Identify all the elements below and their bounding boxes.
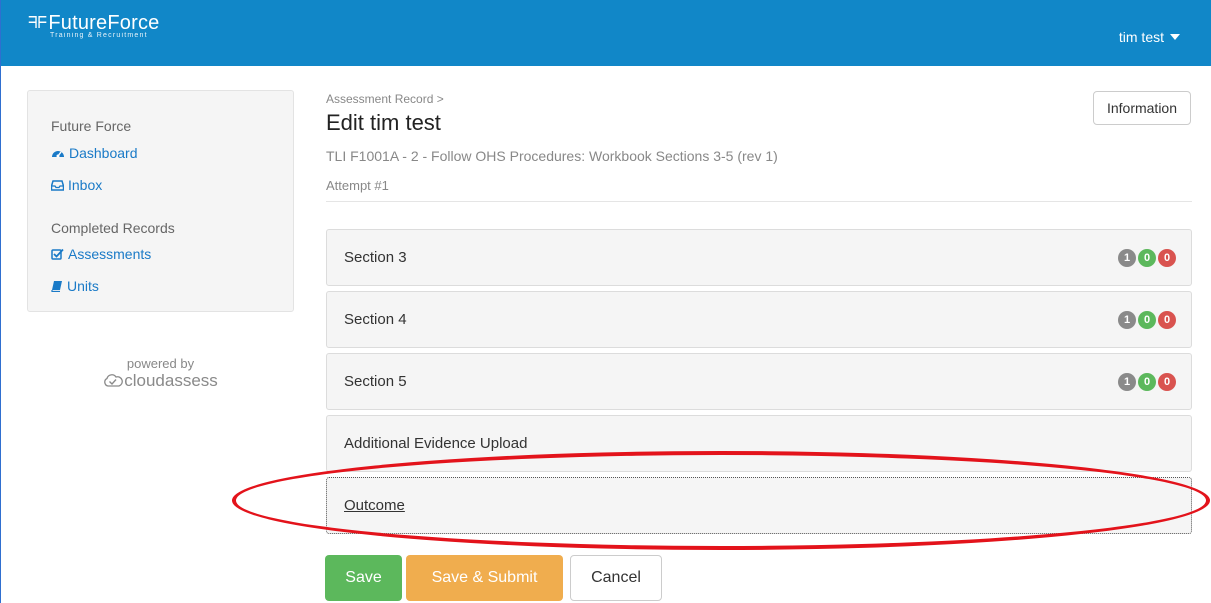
count-badge-green: 0 bbox=[1138, 311, 1156, 329]
section-badges: 1 0 0 bbox=[1118, 249, 1176, 267]
user-name: tim test bbox=[1118, 29, 1164, 45]
top-navbar: ᖷᖴ FutureForce Training & Recruitment ti… bbox=[1, 0, 1211, 66]
section-panel-4[interactable]: Section 4 1 0 0 bbox=[326, 291, 1192, 348]
section-title: Section 5 bbox=[344, 373, 407, 390]
section-title: Section 3 bbox=[344, 249, 407, 266]
count-badge-red: 0 bbox=[1158, 373, 1176, 391]
sidebar-item-assessments[interactable]: Assessments bbox=[51, 246, 151, 262]
sidebar-item-label: Assessments bbox=[68, 246, 152, 262]
powered-by-label: powered by bbox=[126, 356, 195, 371]
section-title: Section 4 bbox=[344, 311, 407, 328]
section-panel-5[interactable]: Section 5 1 0 0 bbox=[326, 353, 1192, 410]
save-button[interactable]: Save bbox=[325, 555, 402, 601]
save-and-submit-button[interactable]: Save & Submit bbox=[406, 555, 563, 601]
sidebar-item-label: Inbox bbox=[68, 177, 103, 193]
user-menu-dropdown[interactable]: tim test bbox=[1119, 29, 1180, 45]
section-title: Outcome bbox=[344, 497, 405, 514]
brand-tagline: Training & Recruitment bbox=[50, 32, 148, 39]
attempt-label: Attempt #1 bbox=[326, 178, 389, 193]
caret-down-icon bbox=[1170, 34, 1180, 40]
powered-by: powered by cloudassess bbox=[27, 356, 294, 391]
count-badge-green: 0 bbox=[1138, 373, 1156, 391]
page-title: Edit tim test bbox=[326, 110, 441, 135]
information-button[interactable]: Information bbox=[1093, 91, 1191, 125]
brand-logo[interactable]: ᖷᖴ FutureForce Training & Recruitment bbox=[28, 12, 160, 39]
cancel-button[interactable]: Cancel bbox=[570, 555, 662, 601]
count-badge-red: 0 bbox=[1158, 311, 1176, 329]
page-subtitle: TLI F1001A - 2 - Follow OHS Procedures: … bbox=[326, 148, 778, 164]
sidebar-item-dashboard[interactable]: Dashboard bbox=[51, 145, 138, 161]
section-panel-3[interactable]: Section 3 1 0 0 bbox=[326, 229, 1192, 286]
section-badges: 1 0 0 bbox=[1118, 373, 1176, 391]
brand-name-row: ᖷᖴ FutureForce bbox=[28, 12, 160, 34]
count-badge-red: 0 bbox=[1158, 249, 1176, 267]
count-badge-green: 0 bbox=[1138, 249, 1156, 267]
book-icon bbox=[51, 281, 62, 292]
sidebar: Future Force Dashboard Inbox Completed R… bbox=[27, 90, 294, 312]
sidebar-item-label: Dashboard bbox=[69, 145, 138, 161]
brand-mark-icon: ᖷᖴ bbox=[28, 13, 48, 32]
section-panel-outcome[interactable]: Outcome bbox=[326, 477, 1192, 534]
dashboard-icon bbox=[52, 151, 64, 158]
sidebar-heading-org: Future Force bbox=[51, 118, 132, 134]
count-badge-gray: 1 bbox=[1118, 373, 1136, 391]
sidebar-heading-completed: Completed Records bbox=[51, 220, 175, 236]
cloudassess-logo[interactable]: cloudassess bbox=[27, 371, 294, 391]
count-badge-gray: 1 bbox=[1118, 249, 1136, 267]
section-badges: 1 0 0 bbox=[1118, 311, 1176, 329]
breadcrumb[interactable]: Assessment Record > bbox=[326, 92, 444, 106]
checkbox-icon bbox=[51, 248, 64, 260]
sidebar-item-inbox[interactable]: Inbox bbox=[51, 177, 102, 193]
sidebar-item-units[interactable]: Units bbox=[51, 278, 99, 294]
section-title: Additional Evidence Upload bbox=[344, 435, 528, 452]
inbox-icon bbox=[51, 179, 64, 191]
cloudassess-logo-text: cloudassess bbox=[124, 371, 218, 390]
brand-name: FutureForce bbox=[48, 12, 160, 34]
header-divider bbox=[326, 201, 1192, 202]
section-panel-evidence-upload[interactable]: Additional Evidence Upload bbox=[326, 415, 1192, 472]
count-badge-gray: 1 bbox=[1118, 311, 1136, 329]
sidebar-item-label: Units bbox=[67, 278, 99, 294]
cloud-check-icon bbox=[104, 374, 124, 387]
